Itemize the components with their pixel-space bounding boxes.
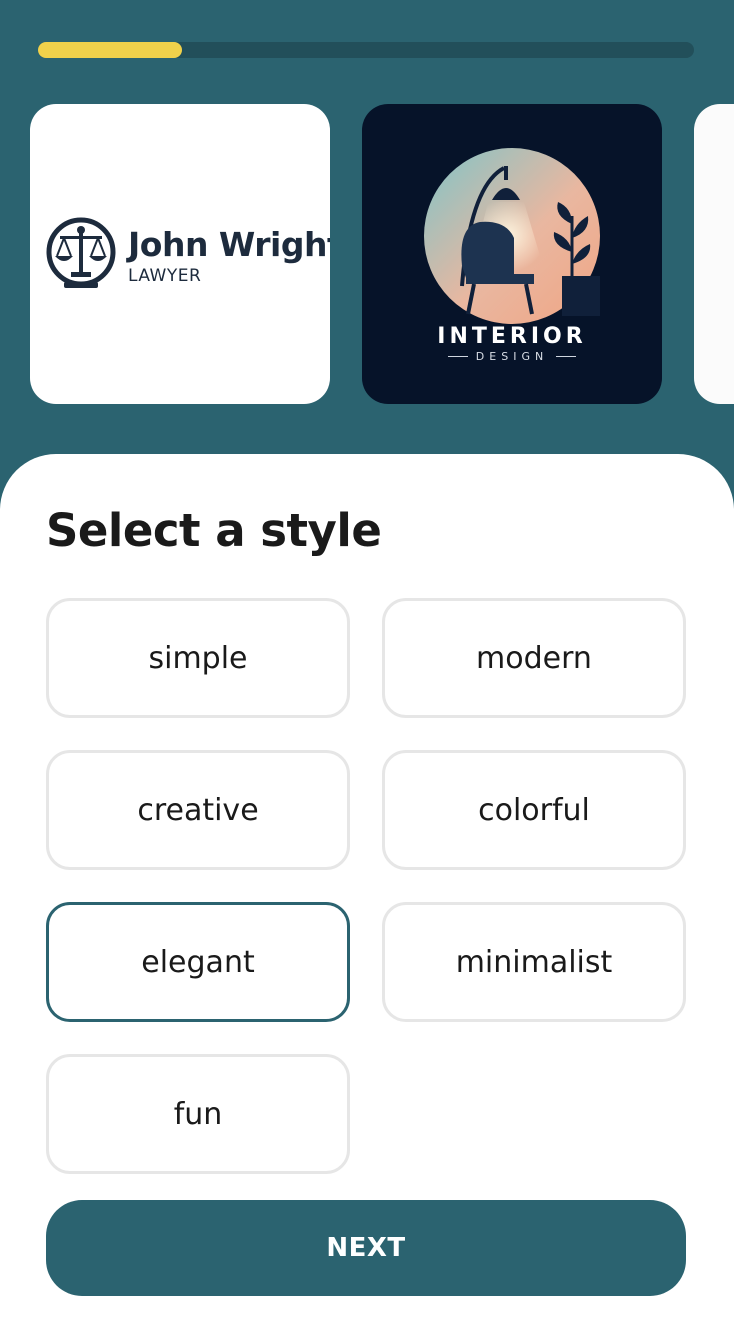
scales-of-justice-icon: [46, 217, 116, 288]
style-option-elegant[interactable]: elegant: [46, 902, 350, 1022]
logo-subtitle: DESIGN: [475, 350, 549, 363]
logo-card-interior-design[interactable]: INTERIOR DESIGN: [362, 104, 662, 404]
progress-bar: [38, 42, 694, 58]
next-button[interactable]: NEXT: [46, 1200, 686, 1296]
divider: [447, 356, 468, 357]
style-option-creative[interactable]: creative: [46, 750, 350, 870]
divider: [556, 356, 577, 357]
john-wright-logo: John Wright LAWYER: [44, 216, 330, 292]
style-option-simple[interactable]: simple: [46, 598, 350, 718]
logo-subtitle: LAWYER: [128, 266, 202, 286]
logo-subtitle-row: DESIGN: [362, 350, 662, 363]
logo-name: John Wright: [128, 225, 330, 264]
logo-carousel[interactable]: John Wright LAWYER INTERIOR DESIGN: [0, 104, 734, 404]
logo-card-partial[interactable]: [694, 104, 734, 404]
style-option-modern[interactable]: modern: [382, 598, 686, 718]
style-option-fun[interactable]: fun: [46, 1054, 350, 1174]
style-selection-screen: John Wright LAWYER INTERIOR DESIGN Selec…: [0, 0, 734, 1344]
page-title: Select a style: [46, 504, 382, 557]
style-option-colorful[interactable]: colorful: [382, 750, 686, 870]
style-selection-sheet: Select a style simple modern creative co…: [0, 454, 734, 1344]
logo-name: INTERIOR: [437, 324, 587, 349]
logo-card-john-wright[interactable]: John Wright LAWYER: [30, 104, 330, 404]
style-option-minimalist[interactable]: minimalist: [382, 902, 686, 1022]
progress-bar-fill: [38, 42, 183, 58]
lamp-and-chair-icon: [424, 148, 600, 324]
